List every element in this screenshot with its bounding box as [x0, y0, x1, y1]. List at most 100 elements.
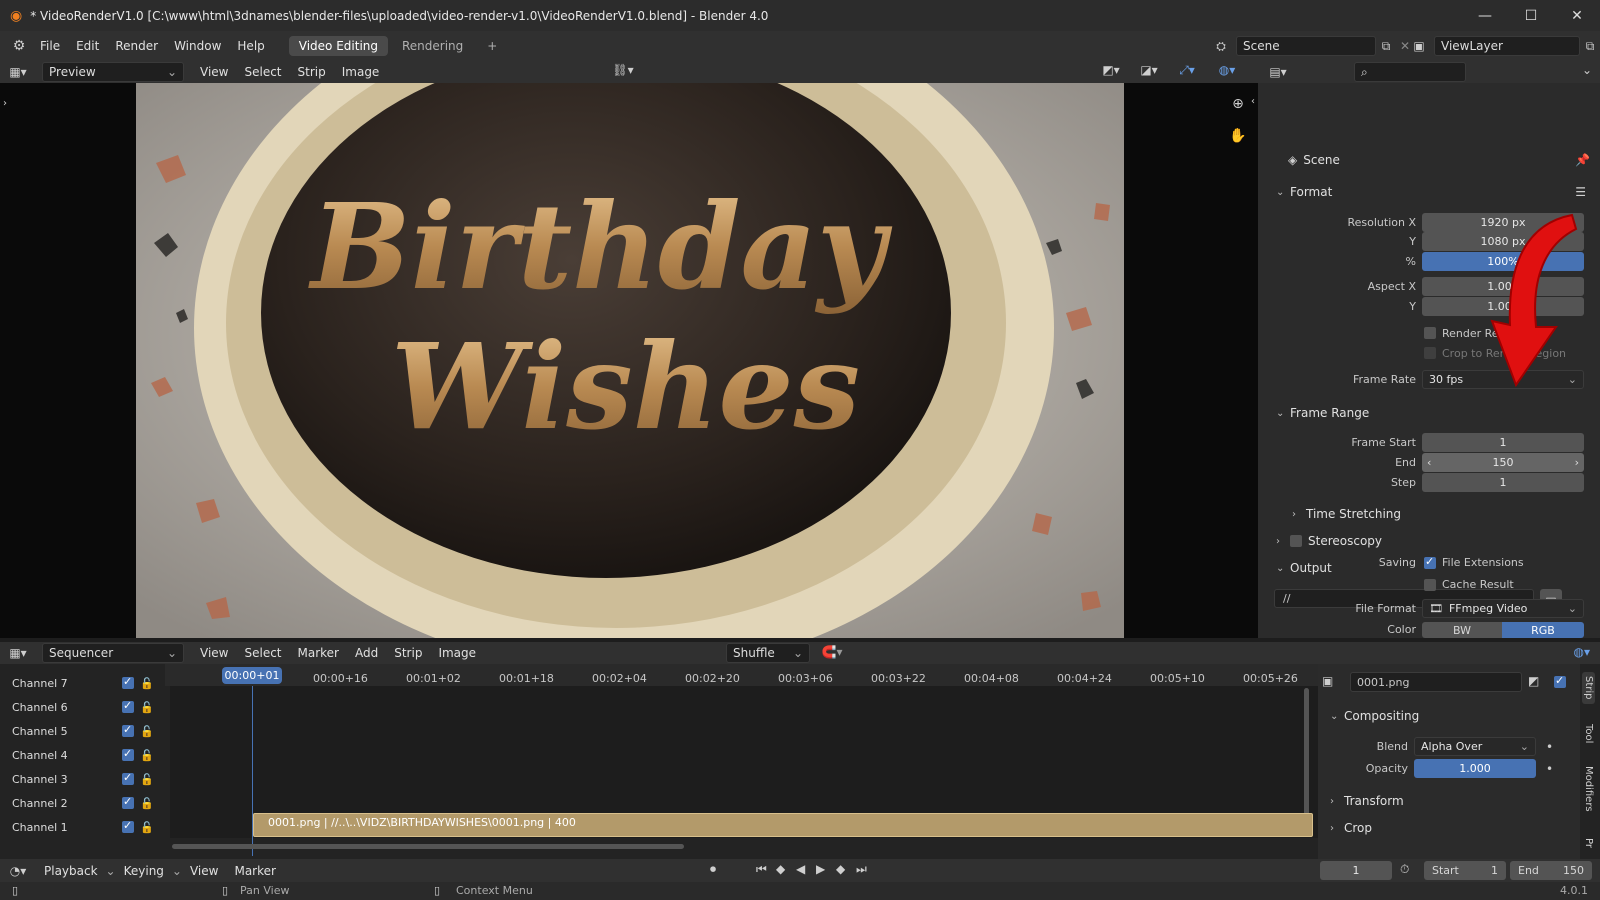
scene-icon[interactable]: ⛭ [1206, 39, 1236, 54]
tab-rendering[interactable]: Rendering [392, 36, 473, 56]
minimize-button[interactable]: — [1462, 0, 1508, 31]
frame-start-field[interactable]: 1 [1422, 432, 1584, 452]
frame-step-field[interactable]: 1 [1422, 472, 1584, 492]
pin-icon[interactable]: 📌 [1575, 153, 1590, 167]
image-strip[interactable]: 0001.png | //..\..\VIDZ\BIRTHDAYWISHES\0… [253, 813, 1313, 837]
zoom-icon[interactable]: ⊕ [1228, 96, 1248, 112]
preview-mode-dropdown[interactable]: Preview ⌄ [42, 62, 184, 82]
lock-icon[interactable]: 🔓 [140, 749, 154, 762]
compositing-panel-header[interactable]: ⌄ Compositing [1330, 705, 1600, 727]
prev-keyframe-icon[interactable]: ◆ [776, 862, 785, 876]
maximize-button[interactable]: ☐ [1508, 0, 1554, 31]
lock-icon[interactable]: 🔓 [140, 701, 154, 714]
current-time-indicator[interactable]: 00:00+01 [222, 667, 282, 684]
preview-menu-select[interactable]: Select [236, 65, 289, 79]
jump-end-icon[interactable]: ⏭ [856, 862, 867, 877]
menu-file[interactable]: File [32, 39, 68, 53]
render-region-check[interactable] [1424, 327, 1436, 339]
menu-help[interactable]: Help [229, 39, 272, 53]
pan-hand-icon[interactable]: ✋ [1228, 128, 1248, 144]
pivot-icon[interactable]: ⛓▾ [608, 63, 638, 77]
increment-arrow-icon[interactable]: › [1575, 456, 1579, 469]
opacity-field[interactable]: 1.000 [1414, 759, 1536, 778]
menu-edit[interactable]: Edit [68, 39, 107, 53]
properties-search-input[interactable]: ⌕ [1354, 62, 1466, 82]
timeline-editor-type-icon[interactable]: ◔▾ [0, 864, 36, 878]
channel-mute-check[interactable] [122, 795, 134, 809]
channel-name[interactable]: Channel 6 [12, 701, 122, 714]
file-extensions-check[interactable] [1424, 555, 1436, 569]
menu-render[interactable]: Render [107, 39, 166, 53]
horizontal-scrollbar[interactable] [172, 844, 684, 849]
play-icon[interactable]: ▶ [816, 862, 825, 876]
keying-menu[interactable]: Keying [116, 864, 172, 878]
blend-dropdown[interactable]: Alpha Over ⌄ [1414, 737, 1536, 756]
seq-menu-select[interactable]: Select [236, 646, 289, 660]
channel-mute-check[interactable] [122, 771, 134, 785]
channel-name[interactable]: Channel 1 [12, 821, 122, 834]
sequencer-mode-dropdown[interactable]: Sequencer ⌄ [42, 643, 184, 663]
file-format-dropdown[interactable]: 🎞 FFmpeg Video ⌄ [1422, 599, 1584, 618]
format-panel-header[interactable]: ⌄ Format ☰ [1276, 181, 1596, 203]
options-chevron-icon[interactable]: ⌄ [1582, 63, 1592, 77]
expand-toolbar-icon[interactable]: › [0, 98, 10, 109]
seq-menu-add[interactable]: Add [347, 646, 386, 660]
file-extensions-checkbox[interactable]: File Extensions [1424, 555, 1524, 569]
color-bw-button[interactable]: BW [1422, 622, 1502, 638]
view-layer-icon[interactable]: ▣ [1404, 39, 1434, 53]
frame-range-panel-header[interactable]: ⌄ Frame Range [1276, 402, 1596, 424]
scene-selector[interactable]: Scene [1236, 36, 1376, 56]
new-scene-icon[interactable]: ⧉ [1376, 39, 1396, 54]
collapse-sidebar-icon[interactable]: ‹ [1248, 96, 1258, 107]
playback-view-menu[interactable]: View [182, 864, 226, 878]
add-workspace-button[interactable]: + [477, 36, 507, 56]
tab-video-editing[interactable]: Video Editing [288, 36, 388, 56]
record-icon[interactable]: ⏺ [710, 862, 716, 877]
tab-strip[interactable]: Strip [1582, 672, 1595, 704]
cache-result-checkbox[interactable]: Cache Result [1424, 578, 1514, 591]
keyframe-dot-icon[interactable]: • [1546, 740, 1553, 754]
properties-editor-type-icon[interactable]: ▤▾ [1258, 65, 1298, 79]
stereoscopy-check[interactable] [1290, 535, 1302, 547]
channel-mute-check[interactable] [122, 675, 134, 689]
keyframe-dot-icon[interactable]: • [1546, 762, 1553, 776]
vertical-scrollbar[interactable] [1304, 688, 1309, 816]
menu-window[interactable]: Window [166, 39, 229, 53]
lock-icon[interactable]: 🔓 [140, 797, 154, 810]
lock-icon[interactable]: 🔓 [140, 725, 154, 738]
current-frame-field[interactable]: 1 [1320, 861, 1392, 880]
end-frame-field[interactable]: End 150 [1510, 861, 1592, 880]
play-reverse-icon[interactable]: ◀ [796, 862, 805, 876]
preview-menu-strip[interactable]: Strip [290, 65, 334, 79]
channels-icon[interactable]: ◪▾ [1134, 63, 1164, 77]
cache-result-check[interactable] [1424, 578, 1436, 591]
transform-panel-header[interactable]: › Transform [1330, 790, 1600, 812]
lock-icon[interactable]: 🔓 [140, 773, 154, 786]
display-mode-icon[interactable]: ◩▾ [1096, 63, 1126, 77]
gizmo-icon[interactable]: ⤢▾ [1172, 63, 1202, 78]
close-button[interactable]: ✕ [1554, 0, 1600, 31]
editor-type-icon[interactable]: ▦▾ [0, 65, 36, 79]
presets-list-icon[interactable]: ☰ [1575, 185, 1586, 199]
tab-proxy[interactable]: Pr [1582, 834, 1595, 852]
time-stretching-subpanel[interactable]: › Time Stretching [1292, 503, 1600, 525]
preview-menu-image[interactable]: Image [334, 65, 388, 79]
channel-name[interactable]: Channel 7 [12, 677, 122, 690]
preview-menu-view[interactable]: View [192, 65, 236, 79]
new-view-layer-icon[interactable]: ⧉ [1580, 39, 1600, 54]
seq-overlay-icon[interactable]: ◍▾ [1574, 645, 1591, 659]
playback-marker-menu[interactable]: Marker [226, 864, 283, 878]
channel-name[interactable]: Channel 3 [12, 773, 122, 786]
playback-menu[interactable]: Playback [36, 864, 106, 878]
seq-menu-view[interactable]: View [192, 646, 236, 660]
sound-icon[interactable]: ◩ [1528, 674, 1539, 688]
channel-mute-check[interactable] [122, 819, 134, 833]
channel-mute-check[interactable] [122, 747, 134, 761]
lock-icon[interactable]: 🔓 [140, 677, 154, 690]
crop-region-check[interactable] [1424, 347, 1436, 359]
seq-menu-image[interactable]: Image [430, 646, 484, 660]
decrement-arrow-icon[interactable]: ‹ [1427, 456, 1431, 469]
channel-name[interactable]: Channel 5 [12, 725, 122, 738]
frame-end-field[interactable]: ‹ 150 › [1422, 452, 1584, 472]
color-rgb-button[interactable]: RGB [1502, 622, 1584, 638]
